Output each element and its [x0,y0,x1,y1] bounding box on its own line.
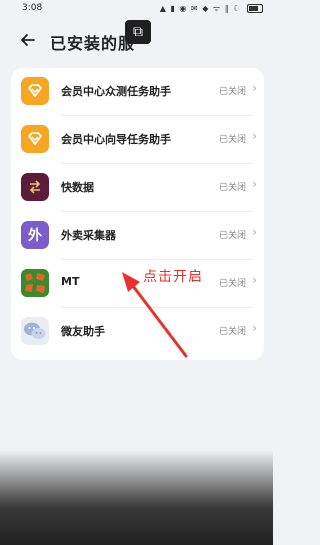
chevron-right-icon: › [252,81,257,95]
diamond-svg [28,132,42,145]
service-name: MT [61,275,80,288]
service-status: 已关闭 [218,279,246,289]
service-row-member-crowdtest[interactable]: 会员中心众测任务助手 已关闭 › [11,68,264,116]
service-name: 会员中心众测任务助手 [61,85,171,98]
status-icons: ▲ ▮ ◉ ✉ ◆ ᯤ ∥ ☾ [160,3,263,14]
diamond-icon [21,125,49,153]
chevron-right-icon: › [252,129,257,143]
wechat-icon [21,317,49,345]
service-status: 已关闭 [218,87,246,97]
service-row-quick-data[interactable]: 快数据 已关闭 › [11,164,264,212]
bottom-overlay [0,450,273,545]
arrows-svg [29,180,41,194]
status-time: 3:08 [22,3,43,13]
back-arrow-icon[interactable] [18,30,38,50]
service-name: 外卖采集器 [61,229,116,242]
chevron-right-icon: › [252,177,257,191]
header: 已安装的服 [0,24,273,58]
service-row-takeout-collector[interactable]: 外 外卖采集器 已关闭 › [11,212,264,260]
mt-icon [21,269,49,297]
chevron-right-icon: › [252,321,257,335]
chevron-right-icon: › [252,273,257,287]
service-status: 已关闭 [218,231,246,241]
page-title: 已安装的服 [50,34,136,53]
back-arrow-svg [21,34,35,46]
status-icon-row: ▲ ▮ ◉ ✉ ◆ ᯤ ∥ ☾ [159,4,242,13]
battery-icon [247,4,263,13]
status-bar: 3:08 ▲ ▮ ◉ ✉ ◆ ᯤ ∥ ☾ [0,0,273,18]
service-status: 已关闭 [218,183,246,193]
service-name: 微友助手 [61,325,105,338]
service-name: 快数据 [61,181,94,194]
arrows-icon [21,173,49,201]
chevron-right-icon: › [252,225,257,239]
diamond-svg [28,84,42,97]
takeout-icon: 外 [21,221,49,249]
annotation-text: 点击开启 [143,269,203,285]
diamond-icon [21,77,49,105]
wechat-svg [24,322,46,339]
service-name: 会员中心向导任务助手 [61,133,171,146]
mt-svg [21,269,49,297]
service-row-member-guide[interactable]: 会员中心向导任务助手 已关闭 › [11,116,264,164]
service-status: 已关闭 [218,135,246,145]
service-status: 已关闭 [218,327,246,337]
